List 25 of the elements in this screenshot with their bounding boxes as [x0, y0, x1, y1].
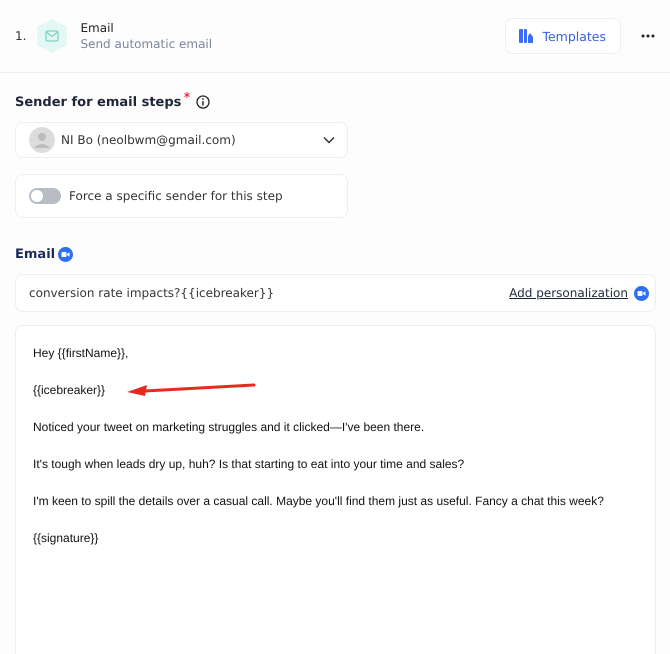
- toggle-switch[interactable]: [29, 188, 61, 204]
- templates-button[interactable]: Templates: [505, 18, 621, 54]
- body-paragraph: Noticed your tweet on marketing struggles and it clicked—I've been there.: [33, 420, 424, 434]
- sender-label: Sender for email steps: [15, 94, 182, 110]
- subject-field[interactable]: conversion rate impacts?{{icebreaker}} Add personalization: [15, 274, 656, 312]
- info-icon[interactable]: [196, 95, 210, 109]
- more-options-icon[interactable]: [641, 34, 655, 38]
- body-paragraph: It's tough when leads dry up, huh? Is that starting to eat into your time and sales?: [33, 456, 464, 470]
- chevron-down-icon: [323, 136, 335, 144]
- step-subtitle: Send automatic email: [80, 37, 214, 51]
- sender-dropdown[interactable]: NI Bo (neolbwm@gmail.com): [15, 122, 348, 158]
- step-title: Email: [80, 21, 115, 35]
- templates-icon: [518, 28, 534, 44]
- video-icon[interactable]: [634, 286, 649, 300]
- video-icon[interactable]: [58, 246, 74, 262]
- add-personalization-link[interactable]: Add personalization: [509, 286, 628, 300]
- toggle-label: Force a specific sender for this step: [69, 189, 283, 203]
- body-paragraph: {{signature}}: [33, 530, 98, 544]
- step-number: 1.: [15, 29, 26, 43]
- email-label: Email: [15, 246, 56, 262]
- body-paragraph: I'm keen to spill the details over a casual call. Maybe you'll find them just as useful. Fancy a chat this week?: [33, 494, 604, 508]
- email-body-editor[interactable]: [15, 325, 656, 654]
- body-paragraph: {{icebreaker}}: [33, 382, 106, 396]
- body-paragraph: Hey {{firstName}},: [33, 346, 128, 360]
- avatar-icon: [29, 127, 55, 153]
